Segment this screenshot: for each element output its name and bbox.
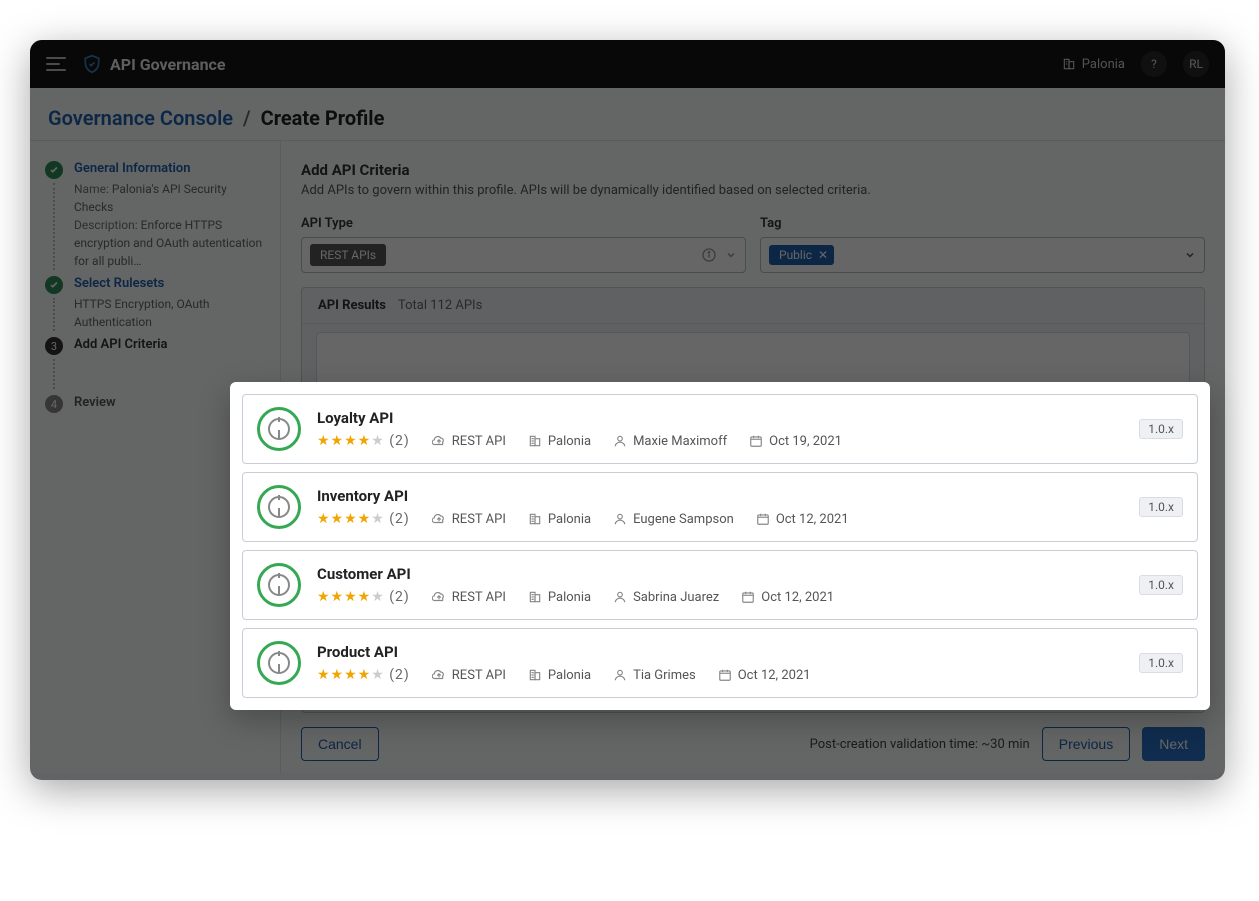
page-subheading: Add APIs to govern within this profile. … xyxy=(301,183,1205,198)
api-date: Oct 12, 2021 xyxy=(756,512,849,527)
api-type: REST API xyxy=(432,668,506,683)
brand: API Governance xyxy=(82,54,226,74)
step-general-information[interactable]: General Information Name: Palonia's API … xyxy=(44,161,266,270)
check-icon xyxy=(45,161,63,179)
breadcrumb: Governance Console / Create Profile xyxy=(30,88,1225,141)
api-card[interactable]: Customer API ★★★★★ (2) REST API Palonia … xyxy=(242,550,1198,620)
app-title: API Governance xyxy=(110,55,226,74)
api-org: Palonia xyxy=(528,668,591,683)
building-icon xyxy=(528,668,542,682)
info-icon xyxy=(701,247,717,263)
wizard-footer: Cancel Post-creation validation time: ~3… xyxy=(301,713,1205,761)
rating-stars: ★★★★★ (2) xyxy=(317,667,410,683)
api-icon xyxy=(257,485,301,529)
api-card[interactable]: Product API ★★★★★ (2) REST API Palonia T… xyxy=(242,628,1198,698)
chevron-down-icon xyxy=(1184,249,1196,261)
api-org: Palonia xyxy=(528,590,591,605)
api-card[interactable]: Inventory API ★★★★★ (2) REST API Palonia… xyxy=(242,472,1198,542)
cloud-upload-icon xyxy=(432,668,446,682)
cancel-button[interactable]: Cancel xyxy=(301,727,379,761)
api-type: REST API xyxy=(432,512,506,527)
tag-chip[interactable]: Public ✕ xyxy=(769,245,834,265)
breadcrumb-current: Create Profile xyxy=(261,106,385,130)
api-type: REST API xyxy=(432,434,506,449)
api-owner: Tia Grimes xyxy=(613,668,696,683)
api-icon xyxy=(257,641,301,685)
api-owner: Sabrina Juarez xyxy=(613,590,719,605)
page-heading: Add API Criteria xyxy=(301,161,1205,179)
api-card[interactable]: Loyalty API ★★★★★ (2) REST API Palonia M… xyxy=(242,394,1198,464)
help-button[interactable]: ? xyxy=(1141,51,1167,77)
api-name: Inventory API xyxy=(317,487,1123,505)
rating-stars: ★★★★★ (2) xyxy=(317,589,410,605)
breadcrumb-parent[interactable]: Governance Console xyxy=(48,106,233,130)
api-type-select[interactable]: REST APIs xyxy=(301,237,746,273)
api-results-popup: Loyalty API ★★★★★ (2) REST API Palonia M… xyxy=(230,382,1210,710)
building-icon xyxy=(528,434,542,448)
breadcrumb-separator: / xyxy=(243,106,251,130)
menu-icon[interactable] xyxy=(46,57,66,71)
api-type-label: API Type xyxy=(301,216,746,231)
step-add-api-criteria[interactable]: 3 Add API Criteria xyxy=(44,337,266,389)
cloud-upload-icon xyxy=(432,590,446,604)
api-org: Palonia xyxy=(528,512,591,527)
rating-stars: ★★★★★ (2) xyxy=(317,511,410,527)
user-icon xyxy=(613,668,627,682)
api-owner: Maxie Maximoff xyxy=(613,434,727,449)
version-badge: 1.0.x xyxy=(1139,419,1183,439)
calendar-icon xyxy=(749,434,763,448)
cloud-upload-icon xyxy=(432,512,446,526)
calendar-icon xyxy=(741,590,755,604)
version-badge: 1.0.x xyxy=(1139,653,1183,673)
api-type-chip: REST APIs xyxy=(310,244,386,266)
user-icon xyxy=(613,512,627,526)
building-icon xyxy=(1062,57,1076,71)
results-title: API Results xyxy=(318,298,386,313)
previous-button[interactable]: Previous xyxy=(1042,727,1130,761)
calendar-icon xyxy=(756,512,770,526)
check-icon xyxy=(45,276,63,294)
step-label: Review xyxy=(74,395,116,410)
tag-select[interactable]: Public ✕ xyxy=(760,237,1205,273)
results-count: Total 112 APIs xyxy=(398,298,482,313)
validation-estimate: Post-creation validation time: ~30 min xyxy=(810,737,1030,752)
user-icon xyxy=(613,434,627,448)
topbar: API Governance Palonia ? RL xyxy=(30,40,1225,88)
step-label: Add API Criteria xyxy=(74,337,168,352)
api-date: Oct 19, 2021 xyxy=(749,434,842,449)
tag-label: Tag xyxy=(760,216,1205,231)
api-name: Product API xyxy=(317,643,1123,661)
api-name: Customer API xyxy=(317,565,1123,583)
building-icon xyxy=(528,590,542,604)
cloud-upload-icon xyxy=(432,434,446,448)
api-icon xyxy=(257,563,301,607)
step-label: Select Rulesets xyxy=(74,276,266,291)
step-select-rulesets[interactable]: Select Rulesets HTTPS Encryption, OAuth … xyxy=(44,276,266,331)
rating-stars: ★★★★★ (2) xyxy=(317,433,410,449)
avatar[interactable]: RL xyxy=(1183,51,1209,77)
org-name: Palonia xyxy=(1082,57,1125,72)
shield-icon xyxy=(82,54,102,74)
api-date: Oct 12, 2021 xyxy=(718,668,811,683)
version-badge: 1.0.x xyxy=(1139,497,1183,517)
api-owner: Eugene Sampson xyxy=(613,512,734,527)
close-icon[interactable]: ✕ xyxy=(818,248,828,262)
api-type: REST API xyxy=(432,590,506,605)
step-number-icon: 4 xyxy=(45,395,63,413)
step-number-icon: 3 xyxy=(45,337,63,355)
api-name: Loyalty API xyxy=(317,409,1123,427)
calendar-icon xyxy=(718,668,732,682)
building-icon xyxy=(528,512,542,526)
user-icon xyxy=(613,590,627,604)
api-org: Palonia xyxy=(528,434,591,449)
api-icon xyxy=(257,407,301,451)
step-label: General Information xyxy=(74,161,266,176)
api-date: Oct 12, 2021 xyxy=(741,590,834,605)
version-badge: 1.0.x xyxy=(1139,575,1183,595)
next-button[interactable]: Next xyxy=(1142,727,1205,761)
org-switcher[interactable]: Palonia xyxy=(1062,57,1125,72)
chevron-down-icon xyxy=(725,249,737,261)
